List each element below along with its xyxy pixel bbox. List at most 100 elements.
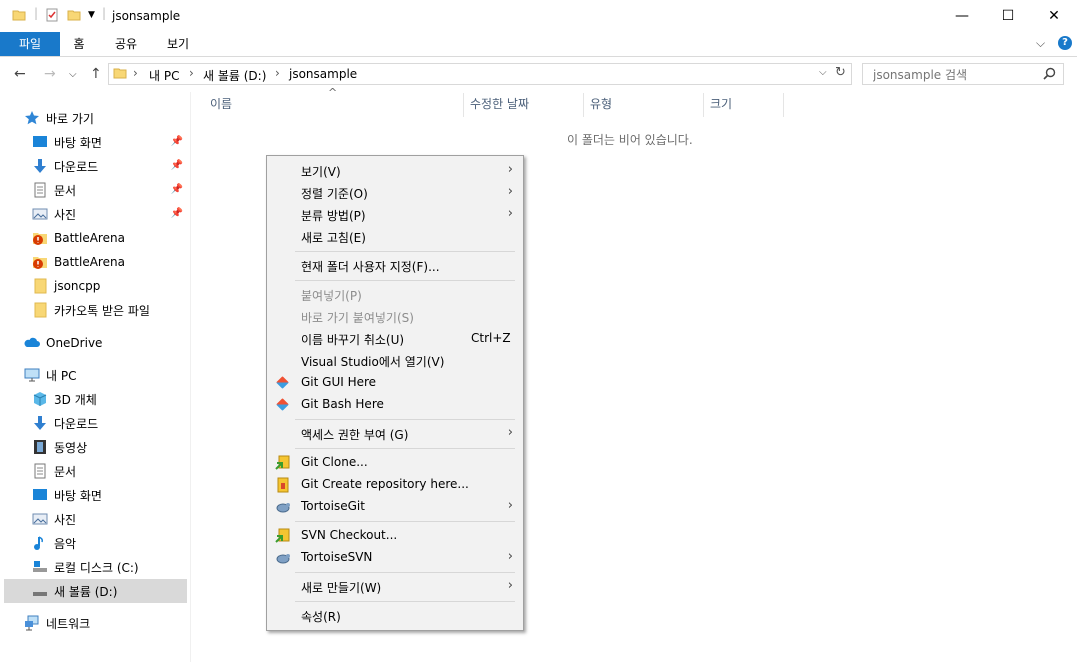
menu-item-give-access[interactable]: 액세스 권한 부여 (G) › (267, 423, 523, 445)
pin-icon[interactable]: 📌 (171, 184, 183, 195)
search-box[interactable] (862, 63, 1064, 85)
submenu-arrow-icon: › (507, 578, 513, 593)
menu-item-label: 붙여넣기(P) (301, 289, 362, 303)
column-divider[interactable] (583, 93, 584, 117)
nav-pc-volume-d[interactable]: 새 볼륨 (D:) (4, 579, 187, 603)
properties-icon[interactable] (45, 8, 59, 25)
submenu-arrow-icon: › (507, 498, 513, 513)
menu-item-customize-folder[interactable]: 현재 폴더 사용자 지정(F)... (267, 255, 523, 277)
nav-label: 다운로드 (54, 159, 99, 174)
pin-icon[interactable]: 📌 (171, 136, 183, 147)
nav-quick-downloads[interactable]: 다운로드 📌 (32, 154, 187, 178)
pin-icon[interactable]: 📌 (171, 208, 183, 219)
nav-quick-pictures[interactable]: 사진 📌 (32, 202, 187, 226)
menu-item-open-in-visual-studio[interactable]: Visual Studio에서 열기(V) (267, 350, 523, 372)
submenu-arrow-icon: › (507, 206, 513, 221)
menu-item-tortoisesvn[interactable]: TortoiseSVN › (267, 547, 523, 569)
address-row: ← → ⌵ ↑ › 내 PC › 새 볼륨 (D:) › jsonsample … (0, 60, 1077, 88)
menu-item-git-clone[interactable]: Git Clone... (267, 452, 523, 474)
column-header-size[interactable]: 크기 (710, 95, 732, 117)
nav-quick-kakaotalk[interactable]: 카카오톡 받은 파일 (32, 298, 187, 322)
nav-quick-jsoncpp[interactable]: jsoncpp (32, 274, 187, 298)
git-icon (275, 397, 291, 413)
nav-label: 카카오톡 받은 파일 (54, 303, 150, 318)
menu-item-group-by[interactable]: 분류 방법(P) › (267, 204, 523, 226)
column-divider[interactable] (703, 93, 704, 117)
menu-item-undo-rename[interactable]: 이름 바꾸기 취소(U) Ctrl+Z (267, 328, 523, 350)
desktop-icon (32, 487, 48, 503)
menu-item-view[interactable]: 보기(V) › (267, 160, 523, 182)
breadcrumb-volume-d[interactable]: 새 볼륨 (D:) (203, 67, 266, 84)
nav-quick-documents[interactable]: 문서 📌 (32, 178, 187, 202)
column-header-name[interactable]: 이름 (210, 95, 232, 117)
nav-quick-battlearena-2[interactable]: BattleArena (32, 250, 187, 274)
submenu-arrow-icon: › (507, 425, 513, 440)
nav-pc-3d-objects[interactable]: 3D 개체 (32, 387, 187, 411)
nav-pc-pictures[interactable]: 사진 (32, 507, 187, 531)
menu-item-sort-by[interactable]: 정렬 기준(O) › (267, 182, 523, 204)
empty-folder-message: 이 폴더는 비어 있습니다. (567, 133, 693, 147)
column-header-modified[interactable]: 수정한 날짜 (470, 95, 529, 117)
minimize-button[interactable]: — (939, 0, 985, 32)
nav-quick-battlearena-1[interactable]: BattleArena (32, 226, 187, 250)
menu-item-git-create-repository[interactable]: Git Create repository here... (267, 474, 523, 496)
nav-pc-music[interactable]: 음악 (32, 531, 187, 555)
network-icon (24, 615, 40, 631)
recent-locations-button[interactable]: ⌵ (69, 69, 77, 80)
forward-button[interactable]: → (44, 66, 56, 82)
up-button[interactable]: ↑ (90, 66, 102, 82)
address-bar[interactable]: › 내 PC › 새 볼륨 (D:) › jsonsample ⌵ ↻ (108, 63, 852, 85)
nav-label: BattleArena (54, 255, 125, 269)
search-icon[interactable] (1043, 67, 1056, 83)
ribbon-expand-icon[interactable]: ⌵ (1036, 36, 1045, 51)
close-button[interactable]: ✕ (1031, 0, 1077, 32)
menu-item-refresh[interactable]: 새로 고침(E) (267, 226, 523, 248)
folder-warning-icon (32, 230, 48, 246)
help-icon[interactable]: ? (1058, 36, 1072, 50)
column-divider[interactable] (783, 93, 784, 117)
menu-item-properties[interactable]: 속성(R) (267, 605, 523, 627)
menu-item-label: TortoiseSVN (301, 550, 373, 564)
tortoise-icon (275, 550, 291, 566)
breadcrumb-jsonsample[interactable]: jsonsample (289, 67, 357, 81)
nav-pc-desktop[interactable]: 바탕 화면 (32, 483, 187, 507)
column-divider[interactable] (463, 93, 464, 117)
menu-item-label: 이름 바꾸기 취소(U) (301, 333, 405, 347)
menu-item-git-bash[interactable]: Git Bash Here (267, 394, 523, 416)
menu-item-tortoisegit[interactable]: TortoiseGit › (267, 496, 523, 518)
tab-home[interactable]: 홈 (62, 32, 96, 56)
nav-this-pc[interactable]: 내 PC (24, 363, 207, 387)
nav-onedrive[interactable]: OneDrive (24, 331, 207, 355)
document-icon (32, 182, 48, 198)
menu-item-paste[interactable]: 붙여넣기(P) (267, 284, 523, 306)
address-dropdown-icon[interactable]: ⌵ (819, 67, 827, 78)
breadcrumb-this-pc[interactable]: 내 PC (149, 67, 179, 84)
menu-item-label: 분류 방법(P) (301, 209, 366, 223)
back-button[interactable]: ← (14, 66, 26, 82)
menu-item-paste-shortcut[interactable]: 바로 가기 붙여넣기(S) (267, 306, 523, 328)
nav-pc-downloads[interactable]: 다운로드 (32, 411, 187, 435)
new-folder-icon[interactable] (67, 8, 81, 25)
sort-ascending-icon: ^ (328, 86, 338, 99)
menu-item-svn-checkout[interactable]: SVN Checkout... (267, 525, 523, 547)
nav-pc-local-disk-c[interactable]: 로컬 디스크 (C:) (32, 555, 187, 579)
menu-item-label: Git GUI Here (301, 375, 377, 389)
menu-item-git-gui[interactable]: Git GUI Here (267, 372, 523, 394)
nav-quick-desktop[interactable]: 바탕 화면 📌 (32, 130, 187, 154)
nav-quick-access[interactable]: 바로 가기 (24, 106, 207, 130)
tab-file[interactable]: 파일 (0, 32, 60, 56)
maximize-button[interactable]: ☐ (985, 0, 1031, 32)
nav-pc-documents[interactable]: 문서 (32, 459, 187, 483)
nav-pc-videos[interactable]: 동영상 (32, 435, 187, 459)
customize-toolbar-icon[interactable]: ▼ (88, 10, 95, 20)
column-header-type[interactable]: 유형 (590, 95, 612, 117)
tab-share[interactable]: 공유 (104, 32, 148, 56)
nav-network[interactable]: 네트워크 (24, 611, 207, 635)
pin-icon[interactable]: 📌 (171, 160, 183, 171)
nav-label: OneDrive (46, 336, 103, 350)
search-input[interactable] (871, 66, 1045, 84)
window-title: jsonsample (112, 9, 181, 23)
menu-item-new[interactable]: 새로 만들기(W) › (267, 576, 523, 598)
tab-view[interactable]: 보기 (156, 32, 200, 56)
refresh-button[interactable]: ↻ (835, 65, 846, 80)
